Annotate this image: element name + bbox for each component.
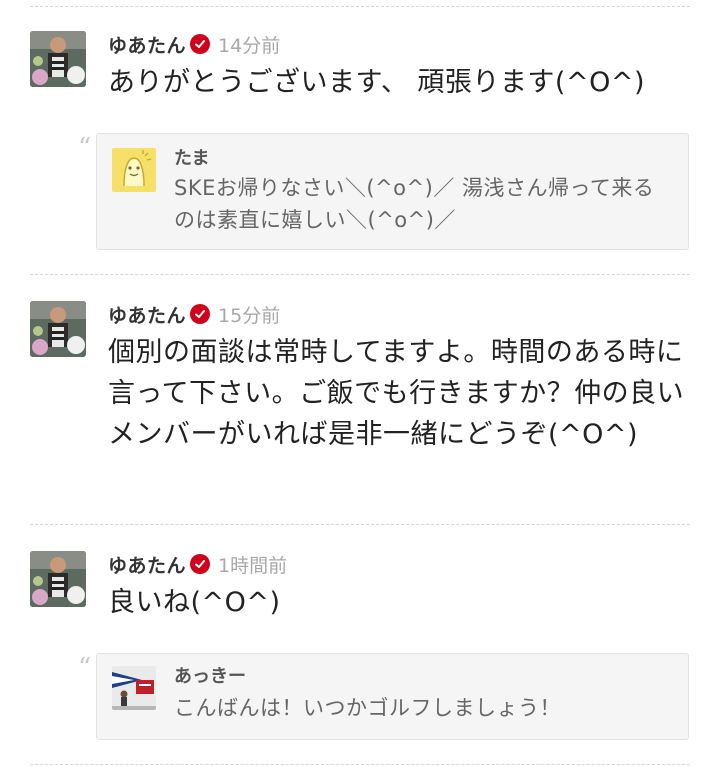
author-name[interactable]: ゆあたん bbox=[108, 301, 186, 328]
timestamp: 1時間前 bbox=[218, 554, 288, 577]
quoted-author[interactable]: たま bbox=[174, 144, 209, 170]
quoted-text: SKEお帰りなさい＼(^o^)／ 湯浅さん帰って来るのは素直に嬉しい＼(^o^)… bbox=[174, 176, 655, 232]
quoted-avatar bbox=[112, 666, 156, 710]
timestamp: 15分前 bbox=[218, 304, 281, 327]
comment-text: 個別の面談は常時してますよ。時間のある時に言って下さい。ご飯でも行きますか？仲の… bbox=[108, 337, 685, 450]
quote-icon: “ bbox=[78, 133, 92, 163]
quoted-text: こんばんは！いつかゴルフしましょう！ bbox=[174, 696, 561, 720]
photo-thumbnail-icon bbox=[112, 666, 156, 710]
check-badge-icon bbox=[190, 34, 211, 54]
divider bbox=[30, 274, 690, 275]
quoted-avatar bbox=[112, 148, 156, 192]
timestamp: 14分前 bbox=[218, 34, 281, 57]
author-name[interactable]: ゆあたん bbox=[108, 31, 186, 58]
comment-text: ありがとうございます、 頑張ります(^O^) bbox=[108, 67, 645, 98]
check-badge-icon bbox=[190, 554, 211, 574]
top-divider bbox=[30, 6, 690, 7]
author-avatar[interactable] bbox=[30, 301, 86, 357]
reply-quote-box[interactable]: あっきー こんばんは！いつかゴルフしましょう！ bbox=[96, 653, 689, 740]
divider bbox=[30, 764, 690, 765]
yellow-character-icon bbox=[112, 148, 156, 192]
author-avatar[interactable] bbox=[30, 551, 86, 607]
quote-icon: “ bbox=[78, 653, 92, 683]
reply-quote-box[interactable]: たま SKEお帰りなさい＼(^o^)／ 湯浅さん帰って来るのは素直に嬉しい＼(^… bbox=[96, 133, 689, 250]
author-avatar[interactable] bbox=[30, 31, 86, 87]
comment-text: 良いね(^O^) bbox=[108, 587, 281, 618]
quoted-author[interactable]: あっきー bbox=[174, 662, 246, 688]
check-badge-icon bbox=[190, 304, 211, 324]
divider bbox=[30, 524, 690, 525]
author-name[interactable]: ゆあたん bbox=[108, 551, 186, 578]
